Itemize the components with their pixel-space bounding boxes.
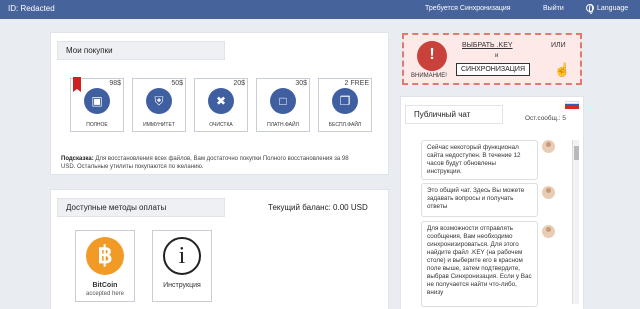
- language-label: Language: [597, 4, 629, 12]
- product-name: ПЛАТН.ФАЙЛ: [267, 122, 299, 128]
- product-full[interactable]: 98$ ▣ ПОЛНОЕ: [70, 77, 124, 132]
- key-sync-box[interactable]: ! ВНИМАНИЕ! ВЫБРАТЬ .KEY ИЛИ и СИНХРОНИЗ…: [402, 33, 582, 85]
- hint-label: Подсказка:: [61, 156, 94, 162]
- payment-sublabel: accepted here: [85, 291, 125, 297]
- product-price: 50$: [171, 80, 183, 87]
- payment-label: Инструкция: [163, 282, 201, 289]
- product-name: ОЧИСТКА: [209, 122, 233, 128]
- purchase-hint: Подсказка: Для восстановления всех файло…: [61, 155, 361, 171]
- chat-title: Публичный чат: [405, 105, 503, 124]
- files-icon: ❐: [332, 88, 358, 114]
- bookmark-icon: [73, 77, 81, 92]
- russian-flag-icon[interactable]: [565, 101, 579, 109]
- avatar: [542, 225, 555, 238]
- product-name: ИММУНИТЕТ: [143, 122, 175, 128]
- globe-icon: [586, 4, 594, 14]
- product-price: 98$: [109, 80, 121, 87]
- product-name: БЕСПЛ.ФАЙЛ: [328, 122, 362, 128]
- product-price: 20$: [233, 80, 245, 87]
- laptop-icon: ▣: [84, 88, 110, 114]
- warning-icon: !: [417, 41, 447, 71]
- logout-link[interactable]: Выйти: [543, 5, 564, 12]
- scrollbar-thumb[interactable]: [574, 146, 579, 160]
- product-list: 98$ ▣ ПОЛНОЕ 50$ ⛨ ИММУНИТЕТ 20$ ✖ ОЧИСТ…: [70, 77, 372, 132]
- sync-required-link[interactable]: Требуется Синхронизация: [425, 5, 511, 12]
- chat-message: Это общий чат. Здесь Вы можете задавать …: [421, 183, 538, 217]
- or-label: ИЛИ: [551, 42, 566, 49]
- product-paid-file[interactable]: 30$ □ ПЛАТН.ФАЙЛ: [256, 78, 310, 132]
- product-immunity[interactable]: 50$ ⛨ ИММУНИТЕТ: [132, 78, 186, 132]
- product-cleanup[interactable]: 20$ ✖ ОЧИСТКА: [194, 78, 248, 132]
- payment-label: BitCoin: [92, 282, 118, 289]
- hand-pointer-icon: ☝: [554, 62, 571, 77]
- product-price: 2 FREE: [344, 80, 369, 87]
- shield-icon: ⛨: [146, 88, 172, 114]
- tools-icon: ✖: [208, 88, 234, 114]
- bitcoin-icon: ฿: [86, 237, 124, 275]
- chat-message: Для возможности отправлять сообщения, Ва…: [421, 221, 538, 307]
- purchases-title: Мои покупки: [57, 41, 225, 60]
- user-id: ID: Redacted: [8, 4, 55, 13]
- language-selector[interactable]: Language: [586, 4, 629, 14]
- avatar: [542, 186, 555, 199]
- hint-text: Для восстановления всех файлов, Вам дост…: [61, 156, 349, 170]
- messages-remaining: Ост.сообщ.: 5: [525, 115, 567, 122]
- sync-button[interactable]: СИНХРОНИЗАЦИЯ: [456, 63, 531, 76]
- avatar: [542, 140, 555, 153]
- payments-title: Доступные методы оплаты: [57, 198, 225, 217]
- payment-bitcoin[interactable]: ฿ BitCoin accepted here: [75, 230, 135, 302]
- top-bar: ID: Redacted Требуется Синхронизация Вый…: [0, 0, 640, 19]
- product-price: 30$: [295, 80, 307, 87]
- warning-label: ВНИМАНИЕ!: [411, 73, 447, 79]
- info-icon: i: [163, 237, 201, 275]
- select-key-link[interactable]: ВЫБРАТЬ .KEY: [462, 42, 513, 49]
- and-label: и: [495, 53, 499, 59]
- chat-message: Сейчас некоторый функционал сайта недост…: [421, 140, 538, 180]
- chat-scrollbar[interactable]: [572, 140, 579, 304]
- balance-label: Текущий баланс: 0.00 USD: [268, 203, 368, 212]
- product-free-file[interactable]: 2 FREE ❐ БЕСПЛ.ФАЙЛ: [318, 78, 372, 132]
- payment-instructions[interactable]: i Инструкция: [152, 230, 212, 302]
- file-icon: □: [270, 88, 296, 114]
- product-name: ПОЛНОЕ: [86, 122, 108, 128]
